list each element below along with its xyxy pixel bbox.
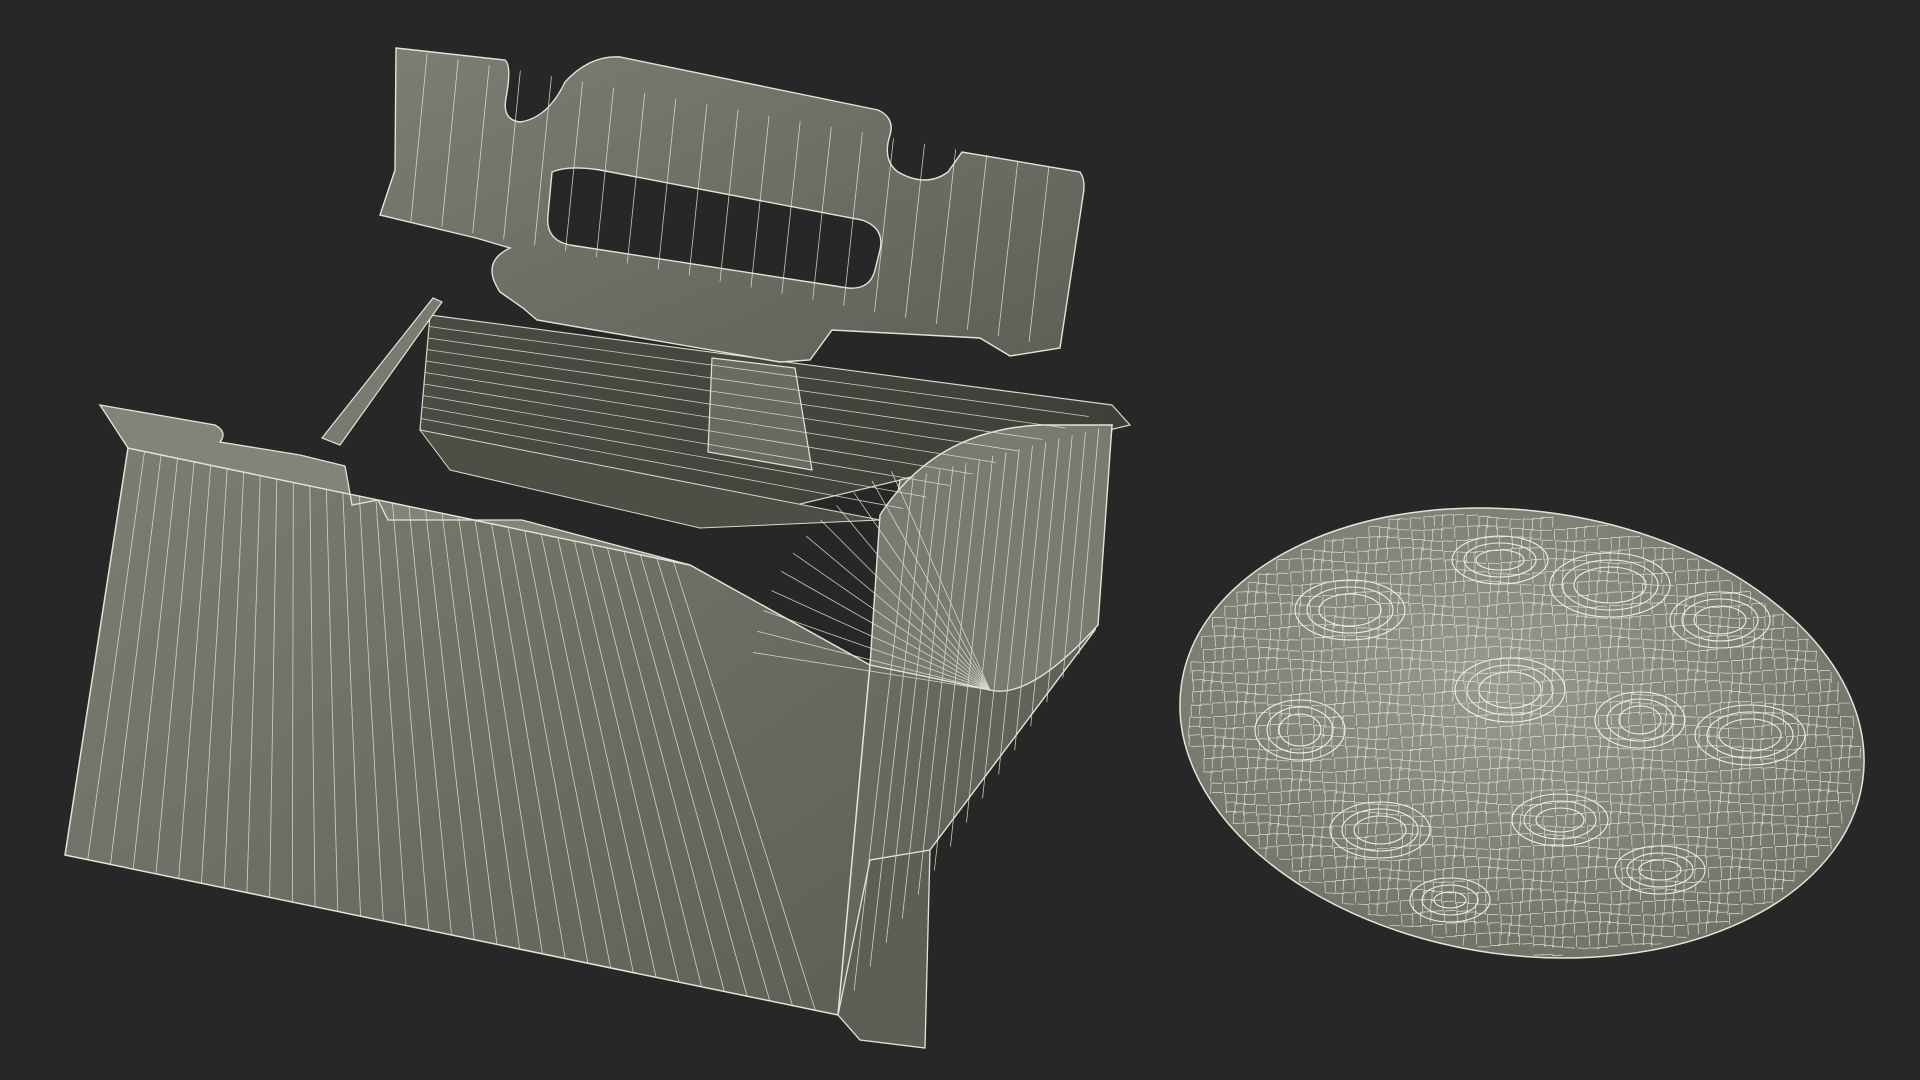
wireframe-scene [64, 47, 1865, 1049]
cookie-body [1179, 507, 1865, 959]
render-viewport [0, 0, 1920, 1080]
cookie-mesh-line [1651, 668, 1663, 670]
takeout-box [64, 47, 1132, 1049]
cookie [1179, 507, 1865, 959]
